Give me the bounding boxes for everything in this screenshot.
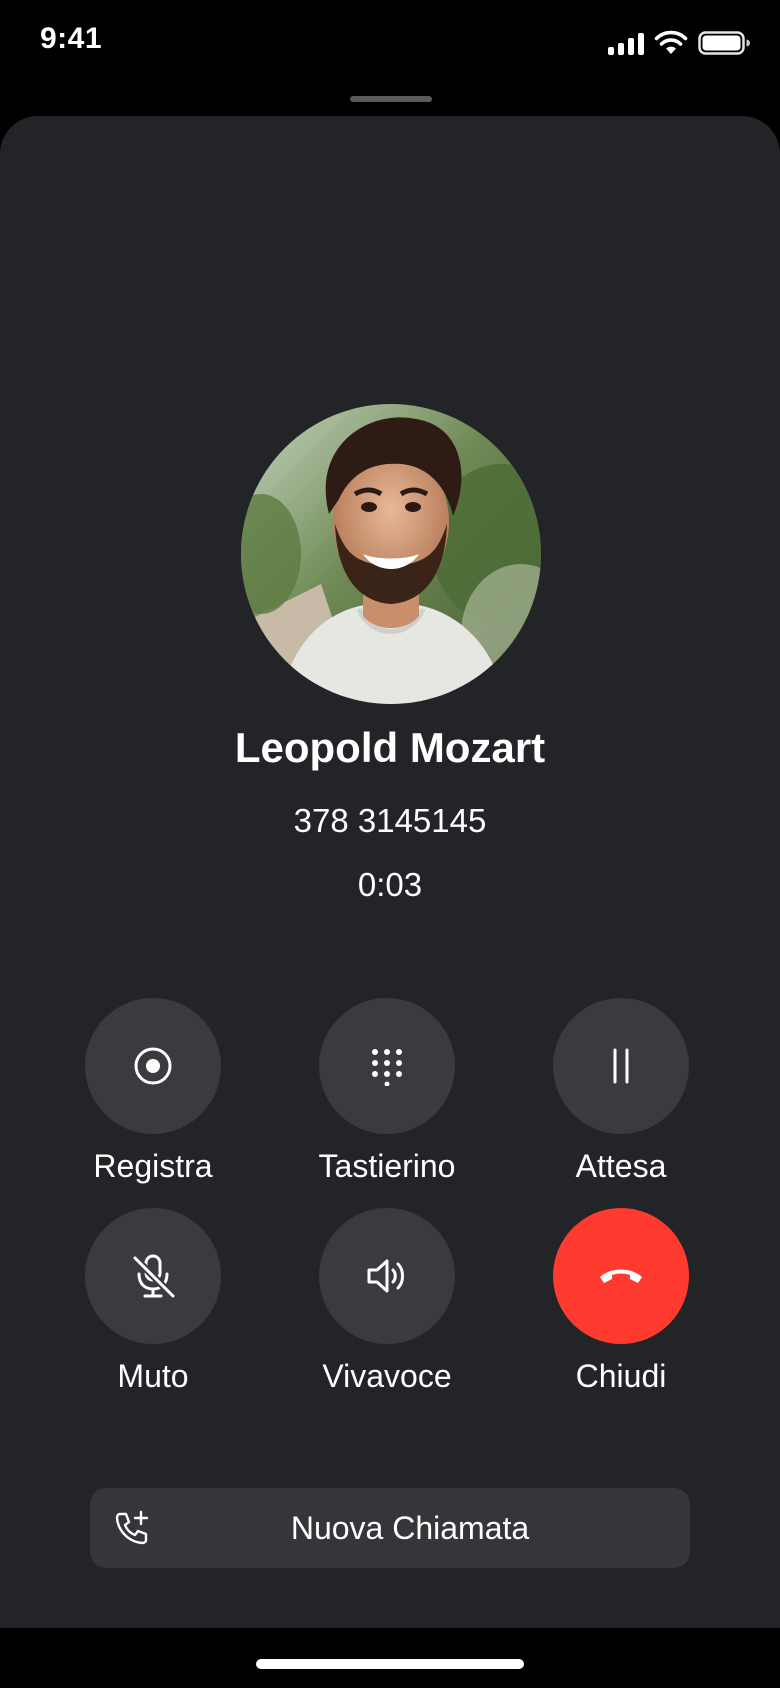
keypad-label: Tastierino	[318, 1148, 456, 1184]
mute-label: Muto	[117, 1358, 189, 1394]
call-duration: 0:03	[357, 866, 423, 903]
end-call-button[interactable]	[553, 1208, 689, 1344]
mic-off-icon	[132, 1254, 176, 1299]
control-end-call: Chiudi	[521, 1208, 721, 1395]
battery-icon	[698, 31, 750, 55]
status-icons	[608, 30, 750, 56]
status-time: 9:41	[40, 22, 103, 55]
record-label: Registra	[93, 1148, 213, 1184]
keypad-button[interactable]	[319, 998, 455, 1134]
cellular-signal-icon	[608, 31, 644, 55]
end-call-icon	[600, 1269, 642, 1283]
record-icon	[134, 1047, 172, 1085]
speaker-button[interactable]	[319, 1208, 455, 1344]
control-speaker: Vivavoce	[287, 1208, 487, 1395]
pause-icon	[613, 1048, 629, 1084]
new-call-label: Nuova Chiamata	[290, 1509, 530, 1546]
sheet-grabber[interactable]	[350, 96, 432, 102]
keypad-icon	[372, 1049, 402, 1086]
control-mute: Muto	[53, 1208, 253, 1395]
status-bar: 9:41	[0, 0, 780, 90]
hold-label: Attesa	[575, 1148, 667, 1184]
end-call-label: Chiudi	[575, 1358, 667, 1394]
new-call-button[interactable]: Nuova Chiamata	[90, 1488, 690, 1568]
contact-name: Leopold Mozart	[234, 724, 546, 771]
home-indicator[interactable]	[256, 1659, 524, 1669]
mute-button[interactable]	[85, 1208, 221, 1344]
contact-number: 378 3145145	[293, 802, 487, 839]
wifi-icon	[654, 30, 688, 54]
control-hold: Attesa	[521, 998, 721, 1185]
control-record: Registra	[53, 998, 253, 1185]
record-button[interactable]	[85, 998, 221, 1134]
phone-screen: 9:41 Leopold Mozart 378 3145145 0:03 Reg…	[0, 0, 780, 1688]
hold-button[interactable]	[553, 998, 689, 1134]
contact-avatar	[241, 404, 541, 704]
control-keypad: Tastierino	[287, 998, 487, 1185]
speaker-label: Vivavoce	[322, 1358, 452, 1394]
phone-add-icon	[115, 1510, 149, 1545]
speaker-icon	[367, 1259, 404, 1293]
